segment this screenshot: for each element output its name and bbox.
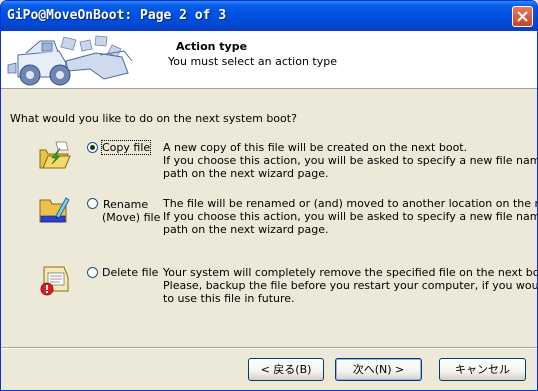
next-button[interactable]: 次へ(N) > — [335, 358, 422, 381]
delete-desc-line: to use this file in future. — [163, 292, 295, 305]
wizard-window: GiPo@MoveOnBoot: Page 2 of 3 Action type… — [0, 0, 538, 391]
boot-action-question: What would you like to do on the next sy… — [10, 112, 297, 125]
back-button[interactable]: < 戻る(B) — [248, 358, 324, 381]
copy-file-description: A new copy of this file will be created … — [163, 141, 538, 180]
footer-divider-highlight — [1, 348, 537, 349]
wizard-header: Action type You must select an action ty… — [1, 31, 537, 89]
title-bar[interactable]: GiPo@MoveOnBoot: Page 2 of 3 — [1, 1, 537, 31]
delete-file-icon — [40, 266, 69, 296]
wheel-loader-illustration — [7, 35, 133, 86]
rename-desc-line: The file will be renamed or (and) moved … — [163, 197, 537, 210]
window-title: GiPo@MoveOnBoot: Page 2 of 3 — [7, 8, 227, 23]
copy-file-radio[interactable] — [87, 142, 98, 153]
rename-file-description: The file will be renamed or (and) moved … — [163, 197, 538, 236]
copy-desc-line: A new copy of this file will be created … — [163, 141, 468, 154]
delete-desc-line: Your system will completely remove the s… — [163, 266, 538, 279]
copy-desc-line: path on the next wizard page. — [163, 167, 329, 180]
close-icon — [517, 11, 528, 22]
rename-file-radio[interactable] — [87, 198, 98, 209]
cancel-button[interactable]: キャンセル — [439, 358, 526, 381]
rename-file-icon — [39, 197, 70, 223]
close-button[interactable] — [512, 6, 533, 27]
rename-desc-line: path on the next wizard page. — [163, 223, 329, 236]
delete-file-label[interactable]: Delete file — [102, 266, 158, 279]
rename-desc-line: If you choose this action, you will be a… — [163, 210, 538, 223]
rename-file-label[interactable]: Rename (Move) file — [102, 198, 160, 224]
delete-desc-line: Please, backup the file before you resta… — [163, 279, 538, 292]
copy-file-label[interactable]: Copy file — [100, 140, 152, 155]
copy-desc-line: If you choose this action, you will be a… — [163, 154, 538, 167]
delete-file-description: Your system will completely remove the s… — [163, 266, 538, 305]
page-subtitle: You must select an action type — [168, 55, 338, 68]
delete-file-radio[interactable] — [87, 267, 98, 278]
copy-file-icon — [39, 141, 71, 169]
page-title: Action type — [176, 40, 248, 53]
